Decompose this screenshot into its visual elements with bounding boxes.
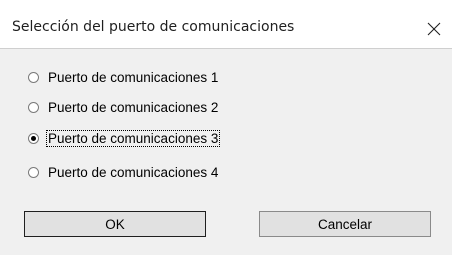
radio-button[interactable] [28,71,39,83]
radio-label: Puerto de comunicaciones 2 [48,99,219,115]
radio-button[interactable] [28,101,39,113]
close-icon [427,22,441,36]
ok-button[interactable]: OK [24,211,206,237]
radio-option-port-2[interactable]: Puerto de comunicaciones 2 [28,98,219,116]
radio-option-port-4[interactable]: Puerto de comunicaciones 4 [28,163,219,181]
radio-label: Puerto de comunicaciones 4 [48,164,219,180]
dialog-body: Puerto de comunicaciones 1 Puerto de com… [0,48,452,255]
radio-button-selected[interactable] [28,132,39,144]
title-bar: Selección del puerto de comunicaciones [0,0,452,48]
close-button[interactable] [416,14,452,44]
radio-option-port-3[interactable]: Puerto de comunicaciones 3 [28,129,221,147]
radio-label: Puerto de comunicaciones 1 [48,69,219,85]
radio-label: Puerto de comunicaciones 3 [45,129,221,147]
port-selection-dialog: Selección del puerto de comunicaciones P… [0,0,452,255]
dialog-title: Selección del puerto de comunicaciones [12,19,295,35]
radio-button[interactable] [28,166,39,178]
cancel-button[interactable]: Cancelar [259,211,431,237]
radio-option-port-1[interactable]: Puerto de comunicaciones 1 [28,68,219,86]
